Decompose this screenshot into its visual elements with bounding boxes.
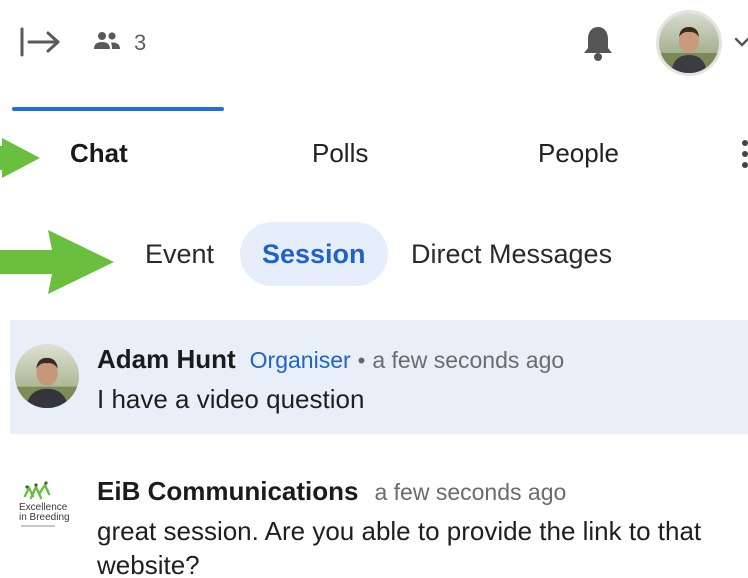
sender-name[interactable]: EiB Communications — [97, 476, 358, 507]
eib-logo-avatar: Excellence in Breeding — [15, 476, 83, 540]
logo-text-line: in Breeding — [19, 512, 70, 523]
sender-name[interactable]: Adam Hunt — [97, 344, 236, 375]
annotation-arrow-icon — [0, 226, 116, 298]
subtab-event[interactable]: Event — [123, 222, 236, 286]
subtab-direct-messages[interactable]: Direct Messages — [389, 222, 634, 286]
avatar — [15, 344, 79, 408]
active-tab-indicator — [12, 107, 224, 111]
chat-message[interactable]: Excellence in Breeding EiB Communication… — [10, 458, 748, 578]
tab-people[interactable]: People — [538, 136, 619, 170]
chat-subtabs: Event Session Direct Messages — [120, 222, 720, 288]
annotation-arrow-icon — [0, 138, 42, 178]
people-count-value: 3 — [134, 30, 147, 55]
chevron-down-icon[interactable] — [734, 34, 748, 50]
message-header: EiB Communications a few seconds ago — [97, 476, 566, 507]
top-bar: 3 — [0, 0, 748, 88]
message-timestamp: a few seconds ago — [372, 347, 565, 373]
exit-arrow-icon[interactable] — [18, 26, 64, 58]
bell-icon[interactable] — [581, 24, 615, 62]
main-tabs: Chat Polls People — [0, 96, 748, 192]
user-avatar[interactable] — [656, 10, 722, 76]
chat-message[interactable]: Adam Hunt Organiser • a few seconds ago … — [10, 320, 748, 434]
more-vertical-icon[interactable] — [740, 139, 748, 169]
tab-polls[interactable]: Polls — [312, 136, 368, 170]
people-icon — [92, 31, 122, 56]
message-text: great session. Are you able to provide t… — [97, 516, 702, 578]
role-badge: Organiser — [249, 347, 351, 373]
people-count-button[interactable]: 3 — [92, 30, 146, 56]
message-text: I have a video question — [97, 384, 365, 414]
message-timestamp: a few seconds ago — [374, 479, 567, 505]
message-header: Adam Hunt Organiser • a few seconds ago — [97, 344, 564, 375]
subtab-session[interactable]: Session — [240, 222, 388, 286]
separator-dot: • — [357, 348, 366, 373]
tab-chat[interactable]: Chat — [70, 136, 128, 170]
